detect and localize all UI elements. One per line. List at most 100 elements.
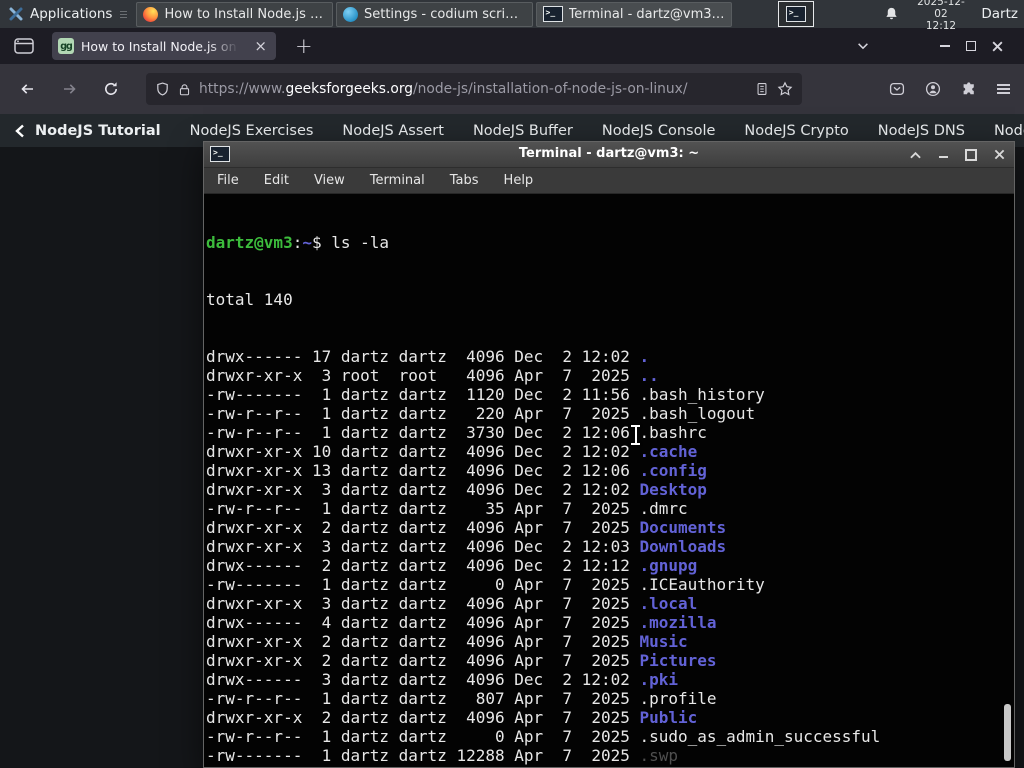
site-nav-link[interactable]: NodeJS Buffer bbox=[473, 123, 573, 139]
url-bar[interactable]: https://www.geeksforgeeks.org/node-js/in… bbox=[146, 73, 802, 105]
file-name: .swp bbox=[639, 746, 679, 765]
reload-button[interactable] bbox=[96, 74, 126, 104]
terminal-prompt-line: dartz@vm3:~$ ls -la bbox=[206, 233, 390, 252]
back-button[interactable] bbox=[12, 74, 42, 104]
notification-bell-button[interactable] bbox=[884, 6, 899, 22]
firefox-view-button[interactable] bbox=[13, 36, 35, 56]
taskbar-window-title: Settings - codium script... bbox=[363, 6, 526, 22]
terminal-icon: >_ bbox=[542, 6, 563, 22]
terminal-menu-edit[interactable]: Edit bbox=[264, 173, 289, 188]
terminal-menu-view[interactable]: View bbox=[314, 173, 345, 188]
chevron-up-icon bbox=[909, 151, 921, 158]
site-nav-link[interactable]: NodeJS Crypto bbox=[744, 123, 848, 139]
site-nav-link[interactable]: NodeJS Tutorial bbox=[35, 123, 161, 139]
bookmark-star-icon[interactable] bbox=[777, 81, 793, 97]
taskbar: Applications How to Install Node.js o...… bbox=[0, 0, 1024, 32]
terminal-output-line: -rw------- 1 dartz dartz 0 Apr 7 2025 .I… bbox=[206, 575, 765, 594]
terminal-title-bar[interactable]: >_ Terminal - dartz@vm3: ~ bbox=[204, 142, 1014, 168]
new-tab-button[interactable]: + bbox=[290, 36, 318, 57]
terminal-menu-terminal[interactable]: Terminal bbox=[370, 173, 425, 188]
tracking-shield-icon[interactable] bbox=[155, 81, 170, 97]
directory-name: Public bbox=[639, 708, 698, 727]
tab-close-icon[interactable]: × bbox=[251, 38, 270, 55]
applications-label: Applications bbox=[30, 6, 113, 22]
taskbar-window-terminal[interactable]: >_ Terminal - dartz@vm3: ~ bbox=[535, 1, 733, 27]
terminal-total-line: total 140 bbox=[206, 290, 293, 309]
directory-name: Pictures bbox=[639, 651, 717, 670]
directory-name: Music bbox=[639, 632, 688, 651]
terminal-output-line: drwx------ 2 dartz dartz 4096 Dec 2 12:1… bbox=[206, 556, 698, 575]
terminal-maximize-button[interactable] bbox=[964, 148, 978, 162]
terminal-output-line: -rw------- 1 dartz dartz 1120 Dec 2 11:5… bbox=[206, 385, 765, 404]
terminal-output-line: drwxr-xr-x 13 dartz dartz 4096 Dec 2 12:… bbox=[206, 461, 707, 480]
file-name: .dmrc bbox=[639, 499, 688, 518]
directory-name: .config bbox=[639, 461, 707, 480]
directory-name: Templates bbox=[639, 765, 726, 767]
chevron-down-icon bbox=[858, 43, 868, 50]
hamburger-menu-icon[interactable] bbox=[997, 84, 1010, 94]
padlock-icon[interactable] bbox=[178, 82, 191, 97]
applications-menu-button[interactable]: Applications bbox=[0, 0, 133, 28]
terminal-output-line: drwxr-xr-x 3 dartz dartz 4096 Apr 7 2025… bbox=[206, 594, 698, 613]
site-nav-link[interactable]: NodeJS Console bbox=[602, 123, 716, 139]
minimize-icon bbox=[940, 45, 950, 47]
back-arrow-icon bbox=[20, 84, 33, 94]
directory-name: .cache bbox=[639, 442, 698, 461]
terminal-output-line: drwxr-xr-x 2 dartz dartz 4096 Apr 7 2025… bbox=[206, 765, 880, 767]
terminal-content[interactable]: dartz@vm3:~$ ls -la total 140 drwx------ … bbox=[204, 194, 1014, 767]
terminal-output-line: drwx------ 17 dartz dartz 4096 Dec 2 12:… bbox=[206, 347, 650, 366]
browser-tab-active[interactable]: gg How to Install Node.js on × bbox=[52, 32, 276, 60]
forward-button[interactable] bbox=[54, 74, 84, 104]
window-maximize-button[interactable] bbox=[958, 35, 984, 57]
tray-terminal-icon[interactable]: >_ bbox=[778, 1, 814, 27]
distro-logo-icon bbox=[9, 7, 23, 21]
list-all-tabs-button[interactable] bbox=[856, 39, 870, 53]
bell-icon bbox=[885, 7, 897, 20]
text-cursor-ibeam bbox=[630, 425, 641, 445]
url-text[interactable]: https://www.geeksforgeeks.org/node-js/in… bbox=[199, 81, 747, 97]
terminal-shade-button[interactable] bbox=[908, 148, 922, 162]
browser-toolbar: https://www.geeksforgeeks.org/node-js/in… bbox=[0, 64, 1024, 114]
tab-title: How to Install Node.js on bbox=[81, 38, 237, 54]
nav-scroll-left-button[interactable] bbox=[14, 124, 26, 138]
terminal-menu-help[interactable]: Help bbox=[504, 173, 534, 188]
firefox-icon bbox=[143, 6, 159, 22]
prompt-cwd: ~ bbox=[302, 233, 312, 252]
site-nav-link[interactable]: Node bbox=[994, 123, 1024, 139]
terminal-output-line: -rw------- 1 dartz dartz 12288 Apr 7 202… bbox=[206, 746, 679, 765]
clock-date: 2025-12-02 bbox=[917, 0, 965, 20]
clock[interactable]: 2025-12-02 12:12 bbox=[913, 0, 970, 32]
terminal-output-line: -rw-r--r-- 1 dartz dartz 220 Apr 7 2025 … bbox=[206, 404, 756, 423]
account-icon[interactable] bbox=[925, 81, 941, 97]
extensions-puzzle-icon[interactable] bbox=[961, 81, 977, 97]
file-name: .bashrc bbox=[639, 423, 707, 442]
terminal-output-line: -rw-r--r-- 1 dartz dartz 35 Apr 7 2025 .… bbox=[206, 499, 688, 518]
terminal-output-line: drwxr-xr-x 2 dartz dartz 4096 Apr 7 2025… bbox=[206, 651, 717, 670]
url-path: /node-js/installation-of-node-js-on-linu… bbox=[413, 81, 688, 97]
window-minimize-button[interactable] bbox=[932, 35, 958, 57]
directory-name: Documents bbox=[639, 518, 727, 537]
browser-tab-bar: gg How to Install Node.js on × + bbox=[0, 28, 1024, 64]
terminal-scrollbar-thumb[interactable] bbox=[1004, 704, 1011, 761]
terminal-output-line: drwxr-xr-x 3 dartz dartz 4096 Dec 2 12:0… bbox=[206, 537, 727, 556]
taskbar-window-codium[interactable]: Settings - codium script... bbox=[335, 1, 533, 27]
firefox-view-icon bbox=[14, 38, 34, 54]
pocket-icon[interactable] bbox=[889, 81, 905, 97]
user-menu[interactable]: Dartz bbox=[981, 6, 1018, 22]
site-nav-link[interactable]: NodeJS Assert bbox=[342, 123, 444, 139]
terminal-minimize-button[interactable] bbox=[936, 148, 950, 162]
terminal-menu-tabs[interactable]: Tabs bbox=[450, 173, 479, 188]
terminal-close-button[interactable] bbox=[992, 148, 1006, 162]
terminal-menu-file[interactable]: File bbox=[217, 173, 239, 188]
window-close-button[interactable] bbox=[984, 35, 1010, 57]
terminal-output-line: -rw-r--r-- 1 dartz dartz 0 Apr 7 2025 .s… bbox=[206, 727, 881, 746]
taskbar-window-firefox[interactable]: How to Install Node.js o... bbox=[136, 1, 333, 27]
site-nav-link[interactable]: NodeJS Exercises bbox=[190, 123, 314, 139]
desktop: Applications How to Install Node.js o...… bbox=[0, 0, 1024, 768]
taskbar-window-title: Terminal - dartz@vm3: ~ bbox=[568, 6, 726, 22]
minimize-icon bbox=[938, 156, 948, 158]
terminal-output-line: -rw-r--r-- 1 dartz dartz 807 Apr 7 2025 … bbox=[206, 689, 717, 708]
reader-mode-icon[interactable] bbox=[755, 81, 769, 97]
terminal-output-line: drwxr-xr-x 10 dartz dartz 4096 Dec 2 12:… bbox=[206, 442, 698, 461]
site-nav-link[interactable]: NodeJS DNS bbox=[878, 123, 965, 139]
